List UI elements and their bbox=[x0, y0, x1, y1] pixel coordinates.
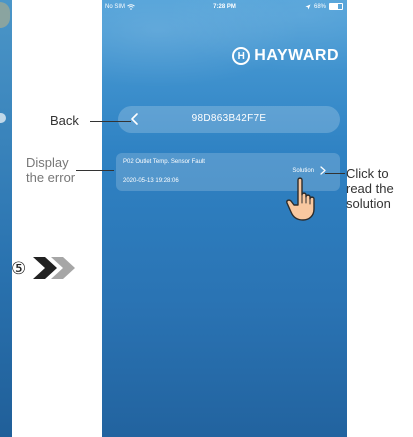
solution-callout-line3: solution bbox=[346, 196, 391, 211]
battery-level-fill bbox=[330, 4, 339, 9]
display-callout-line1: Display bbox=[26, 155, 69, 170]
display-callout-label: Display the error bbox=[26, 155, 75, 185]
header-bar: 98D863B42F7E bbox=[118, 106, 340, 133]
hayward-logo-icon: H bbox=[232, 47, 251, 65]
manual-illustration: No SIM 7:28 PM 68% H HAYWARD 98D863B42F7… bbox=[0, 0, 413, 437]
brand-name: HAYWARD bbox=[254, 47, 339, 64]
status-bar: No SIM 7:28 PM 68% bbox=[102, 0, 347, 14]
solution-callout-label: Click to read the solution bbox=[346, 166, 394, 211]
step-number: ⑤ bbox=[11, 259, 26, 279]
display-callout-line2: the error bbox=[26, 170, 76, 185]
solution-label: Solution bbox=[292, 167, 314, 174]
previous-screen-edge bbox=[0, 0, 12, 437]
display-callout-line bbox=[76, 170, 114, 171]
previous-screen-fragment bbox=[0, 2, 10, 28]
solution-callout-line2: read the bbox=[346, 181, 394, 196]
back-callout-line bbox=[90, 121, 131, 122]
double-chevron-right-icon bbox=[33, 257, 57, 279]
device-id: 98D863B42F7E bbox=[191, 113, 267, 124]
step-marker: ⑤ bbox=[11, 257, 75, 279]
status-right: 68% bbox=[305, 3, 343, 10]
previous-screen-fragment bbox=[0, 113, 6, 123]
battery-percent: 68% bbox=[313, 3, 326, 10]
brand-logo: H HAYWARD bbox=[232, 47, 339, 65]
back-callout-label: Back bbox=[50, 113, 79, 128]
location-arrow-icon bbox=[305, 4, 311, 9]
solution-callout-line1: Click to bbox=[346, 166, 389, 181]
solution-callout-line bbox=[325, 173, 345, 174]
solution-button[interactable]: Solution bbox=[292, 166, 326, 175]
error-message: P02 Outlet Temp. Sensor Fault bbox=[123, 159, 205, 165]
error-timestamp: 2020-05-13 19:28:06 bbox=[123, 178, 179, 184]
battery-icon bbox=[329, 3, 343, 10]
pointing-hand-icon bbox=[286, 177, 315, 221]
